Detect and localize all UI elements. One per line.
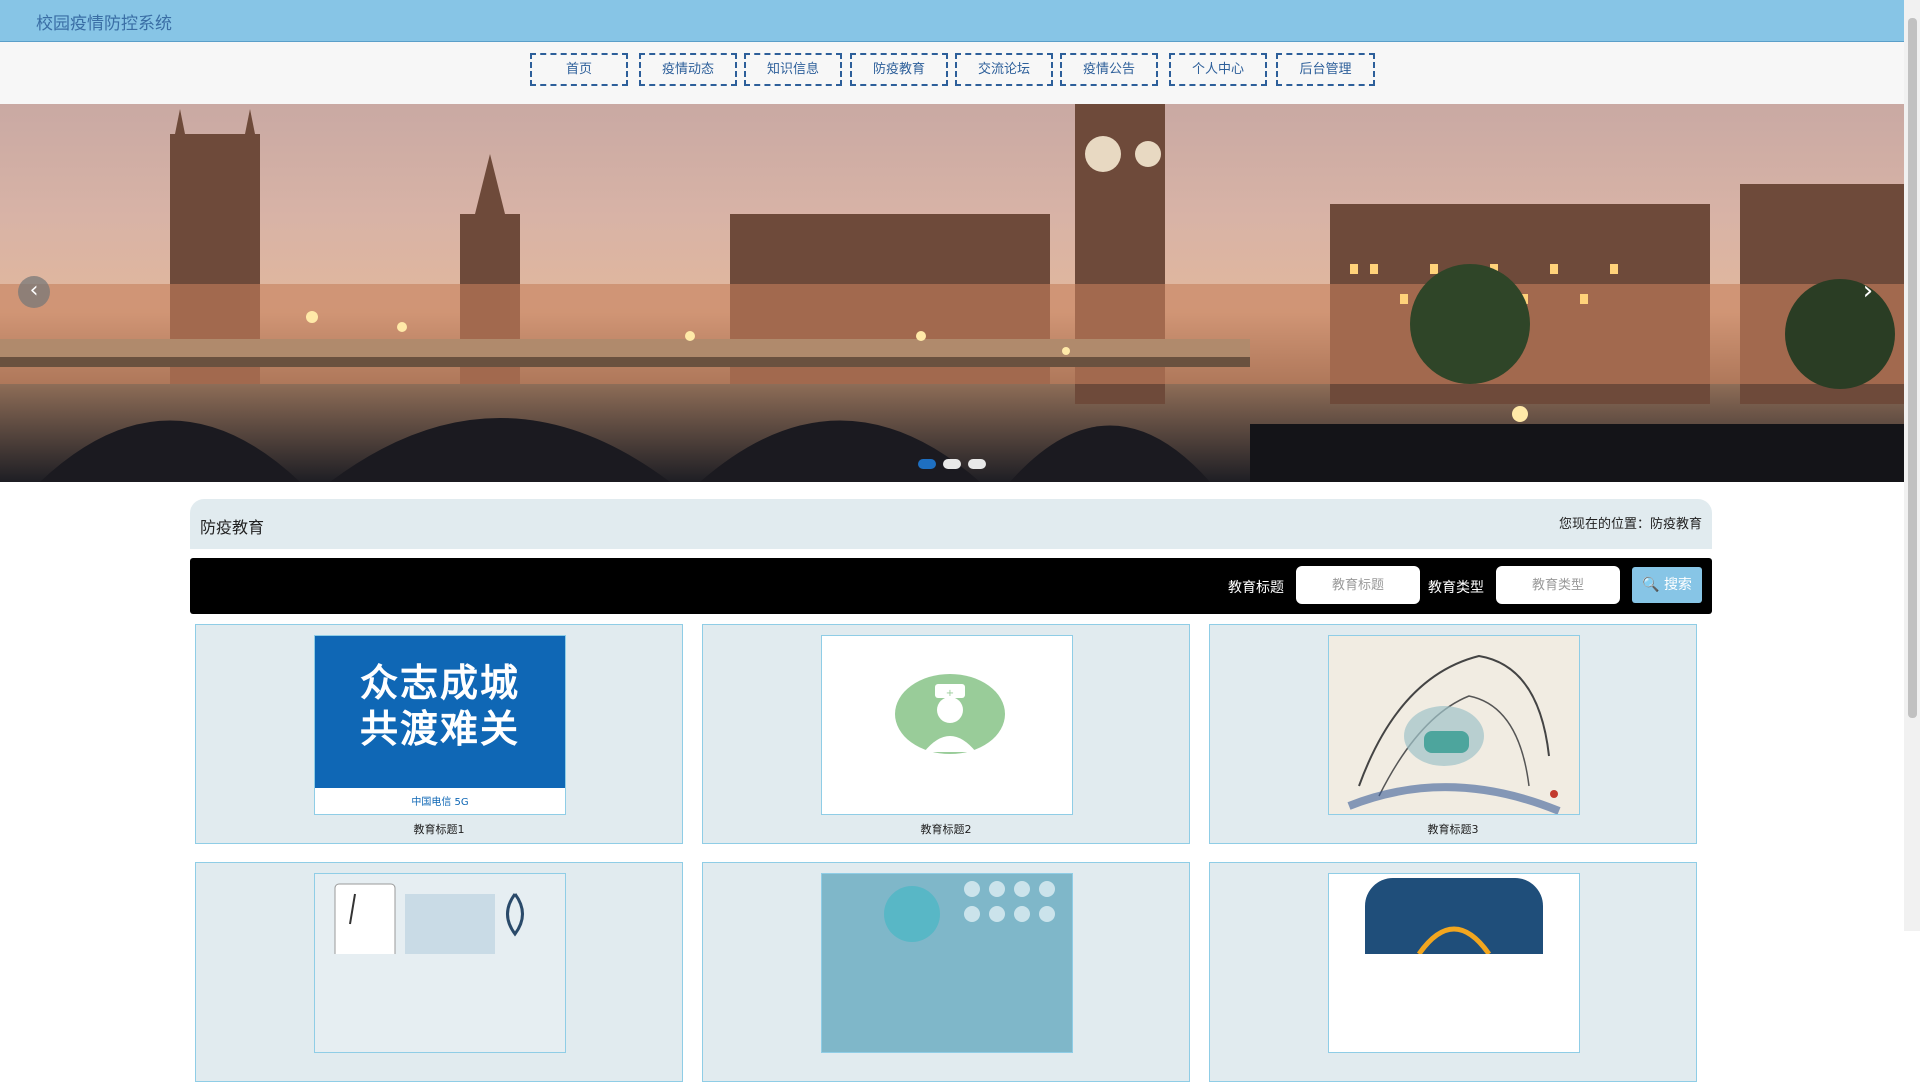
top-header: 校园疫情防控系统 — [0, 0, 1904, 42]
card-title[interactable]: 教育标题1 — [196, 821, 682, 837]
type-search-input[interactable] — [1496, 566, 1620, 604]
type-filter-label: 教育类型 — [1428, 580, 1484, 596]
card-thumbnail — [1328, 635, 1580, 815]
breadcrumb: 您现在的位置：防疫教育 — [1558, 517, 1702, 532]
banner-image — [0, 104, 1904, 482]
carousel-dot-3[interactable] — [968, 459, 986, 469]
search-button[interactable]: 🔍 搜索 — [1632, 567, 1702, 603]
section-title: 防疫教育 — [200, 518, 265, 537]
education-card[interactable] — [195, 862, 683, 1082]
education-card[interactable]: + 教育标题2 — [702, 624, 1190, 844]
main-nav: 首页 疫情动态 知识信息 防疫教育 交流论坛 疫情公告 个人中心 后台管理 — [0, 42, 1904, 104]
card-title[interactable]: 教育标题3 — [1210, 821, 1696, 837]
education-card[interactable] — [1209, 862, 1697, 1082]
card-thumbnail — [821, 873, 1073, 1053]
nav-item-epidemic-news[interactable]: 疫情动态 — [639, 53, 737, 86]
nav-item-profile[interactable]: 个人中心 — [1169, 53, 1267, 86]
search-icon: 🔍 — [1642, 577, 1660, 593]
poster-footer-logo: 中国电信 5G — [411, 797, 469, 808]
carousel-dot-1[interactable] — [918, 459, 936, 469]
medic-sketch-image — [1347, 654, 1561, 814]
poster-text-line2: 共渡难关 — [359, 707, 520, 751]
svg-text:+: + — [946, 688, 954, 699]
card-thumbnail — [1328, 873, 1580, 1053]
nav-item-knowledge[interactable]: 知识信息 — [744, 53, 842, 86]
doctor-desk-image — [334, 883, 524, 965]
nav-item-forum[interactable]: 交流论坛 — [955, 53, 1053, 86]
card-thumbnail — [314, 873, 566, 1053]
nav-item-admin[interactable]: 后台管理 — [1276, 53, 1375, 86]
page-scrollbar[interactable] — [1904, 0, 1920, 931]
doctor-icon: + — [895, 674, 1005, 754]
title-filter-label: 教育标题 — [1228, 580, 1284, 596]
card-thumbnail: + — [821, 635, 1073, 815]
site-title[interactable]: 校园疫情防控系统 — [36, 9, 172, 34]
poster-text-line1: 众志成城 — [359, 661, 520, 705]
education-card[interactable] — [702, 862, 1190, 1082]
search-bar: 教育标题 教育类型 🔍 搜索 — [190, 558, 1712, 614]
banner-carousel[interactable]: ‹ › — [0, 104, 1904, 482]
card-thumbnail: 众志成城 共渡难关 中国电信 5G — [314, 635, 566, 815]
carousel-dot-2[interactable] — [943, 459, 961, 469]
scrollbar-thumb[interactable] — [1908, 18, 1917, 718]
search-button-label: 搜索 — [1663, 577, 1692, 593]
education-card[interactable]: 众志成城 共渡难关 中国电信 5G 教育标题1 — [195, 624, 683, 844]
section-header: 防疫教育 您现在的位置：防疫教育 — [190, 499, 1712, 549]
nav-item-prevention-education[interactable]: 防疫教育 — [850, 53, 948, 86]
medical-tech-image — [884, 881, 1055, 942]
education-card[interactable]: 教育标题3 — [1209, 624, 1697, 844]
title-search-input[interactable] — [1296, 566, 1420, 604]
nav-item-announcements[interactable]: 疫情公告 — [1060, 53, 1158, 86]
carousel-prev-button[interactable]: ‹ — [18, 276, 50, 308]
app-logo-image — [1365, 878, 1543, 988]
carousel-next-button[interactable]: › — [1852, 276, 1884, 308]
nav-item-home[interactable]: 首页 — [530, 53, 628, 86]
card-title[interactable]: 教育标题2 — [703, 821, 1189, 837]
carousel-indicators — [918, 454, 993, 473]
